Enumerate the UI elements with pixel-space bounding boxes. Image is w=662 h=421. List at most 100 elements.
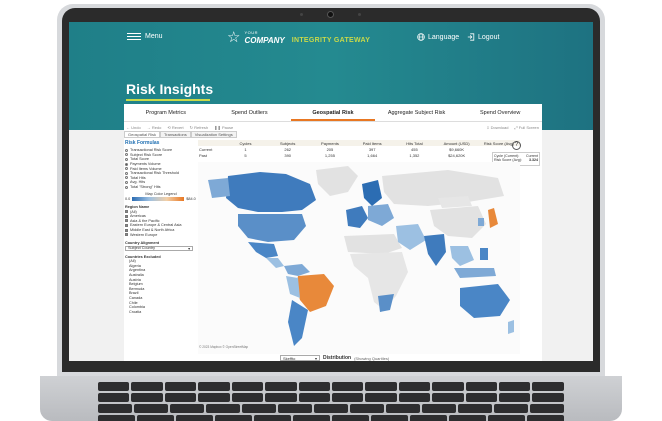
checkbox[interactable] — [125, 223, 128, 227]
tab-spend-outliers[interactable]: Spend Outliers — [208, 104, 292, 121]
keyboard-key — [198, 393, 230, 402]
camera-icon — [327, 11, 334, 18]
radio-button[interactable] — [125, 167, 128, 171]
checkbox[interactable] — [125, 219, 128, 223]
table-header-cell: Cycles — [239, 140, 252, 146]
keyboard-key — [398, 393, 431, 402]
risk-formula-options: Transactional Risk Score Subject Risk Sco… — [125, 148, 197, 189]
risk-formula-option[interactable]: Total "Strong" Hits — [125, 185, 197, 190]
keyboard-key — [215, 415, 252, 421]
world-map[interactable] — [198, 162, 520, 354]
keyboard-key — [527, 415, 564, 421]
subtab-transactions[interactable]: Transactions — [160, 131, 191, 138]
keyboard-key — [449, 415, 486, 421]
tab-aggregate-subject-risk[interactable]: Aggregate Subject Risk — [375, 104, 459, 121]
distribution-select[interactable]: Skeffto ▾ — [280, 355, 320, 361]
table-cell: 397 — [368, 146, 376, 152]
keyboard-key — [458, 404, 492, 413]
tab-spend-overview[interactable]: Spend Overview — [458, 104, 542, 121]
radio-button[interactable] — [125, 162, 128, 166]
keyboard-key — [422, 404, 456, 413]
radio-button[interactable] — [125, 180, 128, 184]
logout-button[interactable]: Logout — [467, 33, 499, 41]
country-alignment-title: Country Alignment — [125, 240, 160, 245]
risk-formula-label: Total Hits — [130, 175, 146, 180]
help-icon[interactable]: ? — [512, 141, 521, 150]
keyboard-key — [98, 415, 135, 421]
language-button[interactable]: Language — [417, 33, 459, 41]
radio-button[interactable] — [125, 171, 128, 175]
chevron-down-icon: ▾ — [314, 355, 317, 361]
distribution-control: Skeffto ▾ Distribution (Showing Quartile… — [280, 355, 389, 361]
legend-max: $84.0 — [186, 197, 196, 202]
table-cell: 262 — [284, 146, 292, 152]
radio-button[interactable] — [125, 153, 128, 157]
pause-button[interactable]: ❚❚ Pause — [214, 125, 233, 130]
table-cell: 1,255 — [324, 152, 335, 158]
tab-geospatial-risk[interactable]: Geospatial Risk — [291, 104, 375, 121]
globe-icon — [417, 33, 425, 41]
radio-button[interactable] — [125, 185, 128, 189]
table-cell: Past — [199, 152, 208, 158]
keyboard-key — [170, 404, 204, 413]
checkbox[interactable] — [125, 210, 128, 214]
menu-button[interactable]: Menu — [127, 33, 163, 40]
region-option[interactable]: Western Europe — [125, 232, 197, 237]
laptop-mockup: Menu ☆ YOUR COMPANY INTEGRITY GATEWAY La… — [0, 0, 662, 421]
region-label: Western Europe — [130, 232, 158, 237]
risk-formula-label: Avg. Hits — [130, 180, 146, 185]
table-header-cell: Subjects — [280, 140, 296, 146]
country-alignment-select[interactable]: Subject Country ▾ — [125, 245, 193, 251]
radio-button[interactable] — [125, 176, 128, 180]
region-label: Middle East & North Africa — [130, 228, 175, 233]
table-cell: $9,660K — [449, 146, 465, 152]
redo-button[interactable]: → Redo — [147, 125, 162, 130]
radio-button[interactable] — [125, 148, 128, 152]
risk-formulas-title: Risk Formulas — [125, 140, 160, 146]
country-option[interactable]: Croatia — [125, 309, 197, 314]
undo-button[interactable]: ← Undo — [126, 125, 141, 130]
keyboard-key — [231, 382, 264, 391]
logout-label: Logout — [478, 33, 500, 41]
subtab-geospatial-risk[interactable]: Geospatial Risk — [124, 131, 161, 138]
subtab-visualization-settings[interactable]: Visualization Settings — [190, 131, 237, 138]
risk-formula-label: Paid Items Volume — [130, 166, 162, 171]
viz-toolbar: ← Undo → Redo ⟲ Revert ↻ Refresh ❚❚ Paus… — [124, 123, 542, 131]
region-label: Asia & the Pacific — [130, 218, 160, 223]
keyboard-key — [98, 393, 130, 402]
keyboard-key — [499, 382, 531, 391]
keyboard-key — [278, 404, 312, 413]
risk-formula-label: Transactional Risk Threshold — [130, 171, 179, 176]
table-cell: 205 — [326, 146, 334, 152]
keyboard-key — [488, 415, 525, 421]
table-row: Past 5 390 1,255 1,664 1,352 $24,620K — [198, 152, 520, 158]
country-alignment-value: Subject Country — [128, 246, 156, 251]
tab-program-metrics[interactable]: Program Metrics — [124, 104, 208, 121]
region-options: (All) Americas Asia & the Pacific Eastern E… — [125, 209, 197, 237]
logout-icon — [467, 33, 475, 41]
keyboard-key — [532, 393, 564, 402]
keyboard-key — [198, 382, 230, 391]
download-button[interactable]: ⇩ Download — [486, 125, 508, 130]
keyboard-key — [432, 393, 464, 402]
table-header: Cycles Subjects Payments Paid Items Hits Tot… — [198, 140, 520, 146]
legend-gradient — [132, 197, 185, 202]
summary-table: Cycles Subjects Payments Paid Items Hits Tot… — [198, 140, 520, 160]
chevron-down-icon: ▾ — [188, 246, 190, 251]
menu-label: Menu — [145, 33, 163, 40]
keyboard-key — [365, 393, 397, 402]
full-screen-button[interactable]: ⤢ Full Screen — [514, 125, 539, 130]
revert-button[interactable]: ⟲ Revert — [167, 125, 183, 130]
keyboard-key — [98, 404, 132, 413]
checkbox[interactable] — [125, 214, 128, 218]
keyboard-key — [231, 393, 264, 402]
checkbox[interactable] — [125, 233, 128, 237]
radio-button[interactable] — [125, 157, 128, 161]
keyboard-key — [530, 404, 564, 413]
company-logo[interactable]: ☆ YOUR COMPANY INTEGRITY GATEWAY — [227, 29, 370, 45]
refresh-button[interactable]: ↻ Refresh — [190, 125, 208, 130]
region-label: (All) — [130, 209, 137, 214]
keyboard-key — [532, 382, 564, 391]
table-header-cell: Amount (USD) — [443, 140, 470, 146]
checkbox[interactable] — [125, 228, 128, 232]
